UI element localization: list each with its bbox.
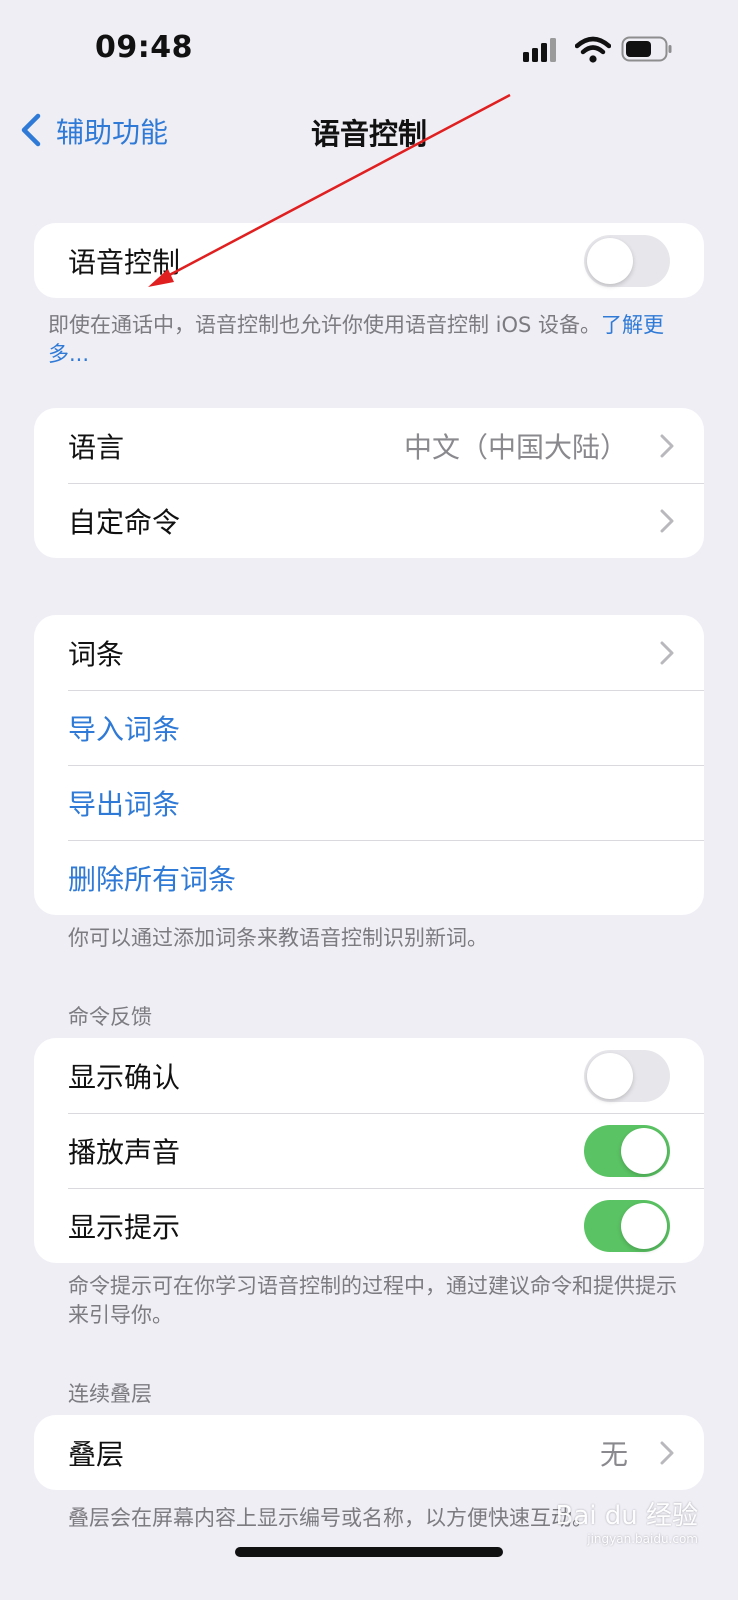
export-vocabulary-button[interactable]: 导出词条 (68, 783, 180, 823)
toggle-knob (621, 1127, 667, 1174)
delete-all-vocabulary-button[interactable]: 删除所有词条 (68, 858, 236, 898)
cellular-signal-icon (523, 38, 556, 62)
home-indicator[interactable] (235, 1547, 503, 1557)
voice-control-card: 语音控制 (34, 223, 704, 298)
show-hints-row[interactable]: 显示提示 (34, 1188, 704, 1263)
battery-icon (621, 36, 672, 62)
baidu-watermark: Bai du 经验 jingyan.baidu.com (555, 1495, 698, 1546)
delete-all-vocabulary-row[interactable]: 删除所有词条 (34, 840, 704, 915)
import-vocabulary-row[interactable]: 导入词条 (34, 690, 704, 765)
vocabulary-footer: 你可以通过添加词条来教语音控制识别新词。 (68, 926, 488, 950)
custom-commands-label: 自定命令 (68, 505, 181, 539)
watermark-url: jingyan.baidu.com (587, 1532, 698, 1546)
command-feedback-footer: 命令提示可在你学习语音控制的过程中，通过建议命令和提供提示来引导你。 (68, 1274, 677, 1327)
play-sound-label: 播放声音 (68, 1135, 181, 1169)
chevron-right-icon (660, 641, 674, 664)
show-confirmation-label: 显示确认 (68, 1060, 181, 1094)
toggle-knob (587, 237, 633, 284)
toggle-knob (587, 1052, 633, 1099)
show-hints-label: 显示提示 (68, 1210, 181, 1244)
command-feedback-header: 命令反馈 (68, 1005, 152, 1029)
command-feedback-card: 显示确认 播放声音 显示提示 (34, 1038, 704, 1263)
show-confirmation-toggle[interactable] (584, 1049, 670, 1102)
language-card: 语言 中文（中国大陆） 自定命令 (34, 408, 704, 558)
vocabulary-card: 词条 导入词条 导出词条 删除所有词条 (34, 615, 704, 915)
play-sound-toggle[interactable] (584, 1124, 670, 1177)
language-label: 语言 (68, 430, 125, 464)
export-vocabulary-row[interactable]: 导出词条 (34, 765, 704, 840)
overlay-row[interactable]: 叠层 无 (34, 1415, 704, 1490)
overlay-card: 叠层 无 (34, 1415, 704, 1490)
wifi-icon (575, 36, 611, 63)
play-sound-row[interactable]: 播放声音 (34, 1113, 704, 1188)
language-value: 中文（中国大陆） (403, 430, 628, 464)
status-time: 09:48 (95, 30, 193, 65)
chevron-right-icon (660, 434, 674, 457)
watermark-brand: Bai du 经验 (555, 1501, 698, 1531)
toggle-knob (621, 1202, 667, 1249)
overlay-label: 叠层 (68, 1437, 125, 1471)
custom-commands-row[interactable]: 自定命令 (34, 483, 704, 558)
page-title: 语音控制 (310, 117, 427, 151)
overlay-value: 无 (599, 1437, 628, 1471)
import-vocabulary-button[interactable]: 导入词条 (68, 708, 180, 748)
show-confirmation-row[interactable]: 显示确认 (34, 1038, 704, 1113)
language-row[interactable]: 语言 中文（中国大陆） (34, 408, 704, 483)
voice-control-toggle[interactable] (584, 234, 670, 287)
voice-control-label: 语音控制 (68, 245, 181, 279)
vocabulary-label: 词条 (68, 637, 125, 671)
voice-control-footer: 即使在通话中，语音控制也允许你使用语音控制 iOS 设备。了解更多... (48, 311, 688, 369)
chevron-right-icon (660, 1441, 674, 1464)
chevron-right-icon (660, 509, 674, 532)
show-hints-toggle[interactable] (584, 1199, 670, 1252)
voice-control-footer-text: 即使在通话中，语音控制也允许你使用语音控制 iOS 设备。 (48, 313, 602, 337)
voice-control-row[interactable]: 语音控制 (34, 223, 704, 298)
continuous-overlay-header: 连续叠层 (68, 1382, 152, 1406)
vocabulary-row[interactable]: 词条 (34, 615, 704, 690)
